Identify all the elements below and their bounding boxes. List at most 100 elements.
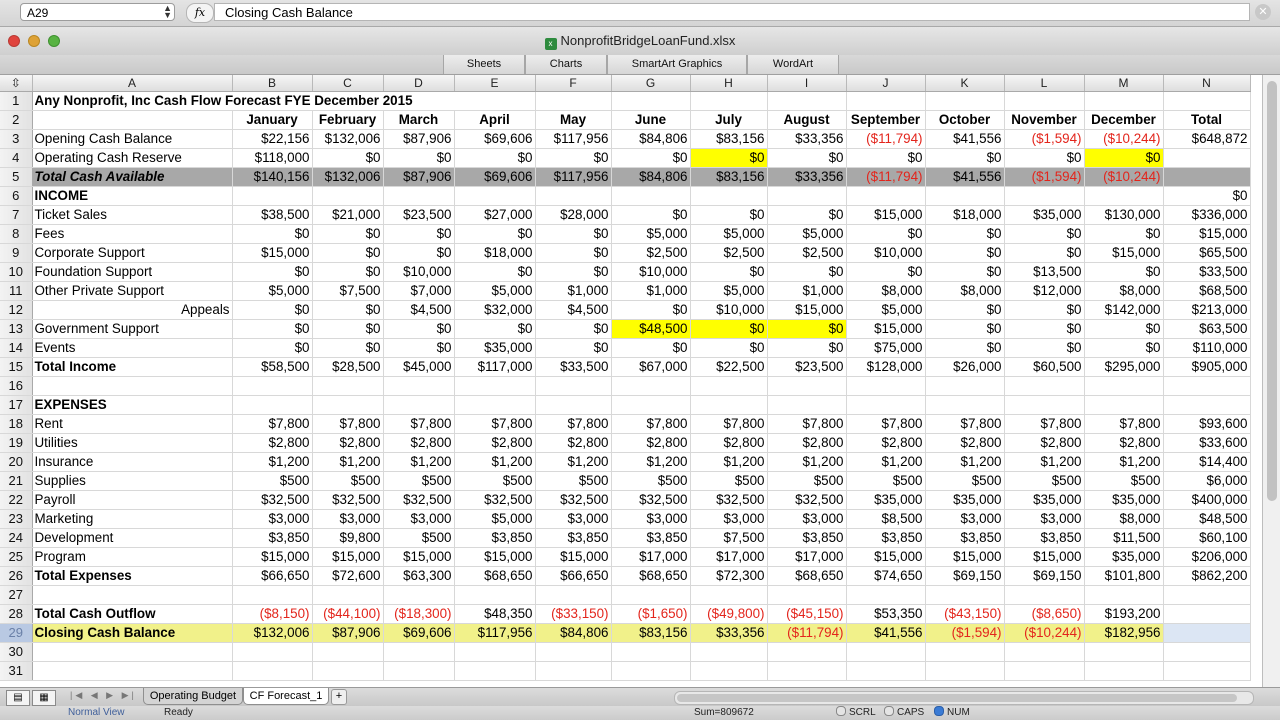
table-cell[interactable]: $35,000 [1084,490,1164,510]
table-cell[interactable] [1004,661,1085,681]
vertical-scrollbar[interactable] [1262,75,1280,687]
table-cell[interactable]: $1,200 [767,452,847,472]
table-cell[interactable]: $8,500 [846,509,926,529]
table-cell[interactable]: $63,500 [1163,319,1251,339]
table-cell[interactable]: $15,000 [535,547,612,567]
row-label-cell[interactable]: Utilities [32,433,233,453]
table-cell[interactable] [454,642,536,662]
table-cell[interactable] [535,395,612,415]
table-cell[interactable] [846,661,926,681]
table-cell[interactable]: $0 [454,148,536,168]
table-cell[interactable]: $0 [383,338,455,358]
table-cell[interactable]: $905,000 [1163,357,1251,377]
table-cell[interactable]: $69,150 [1004,566,1085,586]
table-cell[interactable]: $4,500 [383,300,455,320]
table-cell[interactable]: ($11,794) [767,623,847,643]
table-cell[interactable]: ($18,300) [383,604,455,624]
row-header[interactable]: 18 [0,414,33,434]
table-cell[interactable] [312,642,384,662]
table-cell[interactable]: $7,800 [312,414,384,434]
table-cell[interactable]: $0 [1004,243,1085,263]
table-cell[interactable]: ($11,794) [846,167,926,187]
table-cell[interactable]: $74,650 [846,566,926,586]
table-cell[interactable]: $6,000 [1163,471,1251,491]
table-cell[interactable] [767,642,847,662]
sheet-tab-operating-budget[interactable]: Operating Budget [143,688,243,705]
table-cell[interactable]: $5,000 [767,224,847,244]
table-cell[interactable]: $0 [1084,148,1164,168]
table-cell[interactable] [232,585,313,605]
table-cell[interactable]: $0 [1004,338,1085,358]
table-cell[interactable] [232,661,313,681]
table-cell[interactable]: $3,850 [535,528,612,548]
table-cell[interactable]: $500 [312,471,384,491]
table-cell[interactable]: $0 [925,319,1005,339]
table-cell[interactable]: $87,906 [383,129,455,149]
table-cell[interactable]: $3,000 [690,509,768,529]
table-cell[interactable] [383,186,455,206]
table-cell[interactable]: $3,000 [767,509,847,529]
table-cell[interactable]: $0 [846,148,926,168]
table-cell[interactable]: $8,000 [925,281,1005,301]
table-cell[interactable] [767,376,847,396]
column-header-f[interactable]: F [535,75,612,92]
table-cell[interactable]: $66,650 [535,566,612,586]
table-cell[interactable]: $101,800 [1084,566,1164,586]
table-cell[interactable]: $33,600 [1163,433,1251,453]
horizontal-scrollbar[interactable] [674,691,1254,705]
table-cell[interactable]: $5,000 [846,300,926,320]
column-header-l[interactable]: L [1004,75,1085,92]
table-cell[interactable]: $0 [611,148,691,168]
row-header[interactable]: 24 [0,528,33,548]
table-cell[interactable] [1163,642,1251,662]
table-cell[interactable]: $33,356 [690,623,768,643]
table-cell[interactable]: $0 [535,338,612,358]
table-cell[interactable]: $110,000 [1163,338,1251,358]
table-cell[interactable] [312,395,384,415]
table-cell[interactable] [925,585,1005,605]
table-cell[interactable]: $35,000 [454,338,536,358]
table-cell[interactable] [1084,642,1164,662]
table-cell[interactable]: $648,872 [1163,129,1251,149]
table-cell[interactable]: $0 [312,338,384,358]
row-header[interactable]: 17 [0,395,33,415]
row-header[interactable]: 30 [0,642,33,662]
table-cell[interactable]: $15,000 [383,547,455,567]
table-cell[interactable]: $0 [1163,186,1251,206]
table-cell[interactable]: $0 [925,300,1005,320]
row-label-cell[interactable]: Total Expenses [32,566,233,586]
table-cell[interactable]: $128,000 [846,357,926,377]
table-cell[interactable]: $65,500 [1163,243,1251,263]
table-cell[interactable]: $1,000 [611,281,691,301]
table-cell[interactable]: $2,500 [767,243,847,263]
table-cell[interactable] [1163,148,1251,168]
table-cell[interactable]: $35,000 [846,490,926,510]
table-cell[interactable]: $117,956 [535,167,612,187]
table-cell[interactable] [690,395,768,415]
table-cell[interactable]: $48,350 [454,604,536,624]
table-cell[interactable]: $10,000 [690,300,768,320]
row-label-cell[interactable]: Marketing [32,509,233,529]
table-cell[interactable]: $17,000 [767,547,847,567]
table-cell[interactable]: $33,500 [535,357,612,377]
table-cell[interactable]: $0 [1084,319,1164,339]
table-cell[interactable]: $32,500 [383,490,455,510]
table-cell[interactable] [1084,376,1164,396]
table-cell[interactable]: $2,800 [454,433,536,453]
table-cell[interactable]: $0 [690,338,768,358]
table-cell[interactable] [454,585,536,605]
table-cell[interactable]: $7,800 [611,414,691,434]
table-cell[interactable] [312,186,384,206]
table-cell[interactable]: $2,500 [690,243,768,263]
row-header[interactable]: 16 [0,376,33,396]
table-cell[interactable]: $12,000 [1004,281,1085,301]
page-layout-view-icon[interactable]: ▦ [32,690,56,706]
table-cell[interactable]: $18,000 [925,205,1005,225]
row-header[interactable]: 2 [0,110,33,130]
table-cell[interactable] [611,186,691,206]
table-cell[interactable]: $33,500 [1163,262,1251,282]
table-cell[interactable]: $862,200 [1163,566,1251,586]
table-cell[interactable]: $3,850 [232,528,313,548]
row-header[interactable]: 1 [0,91,33,111]
table-cell[interactable]: $7,800 [383,414,455,434]
